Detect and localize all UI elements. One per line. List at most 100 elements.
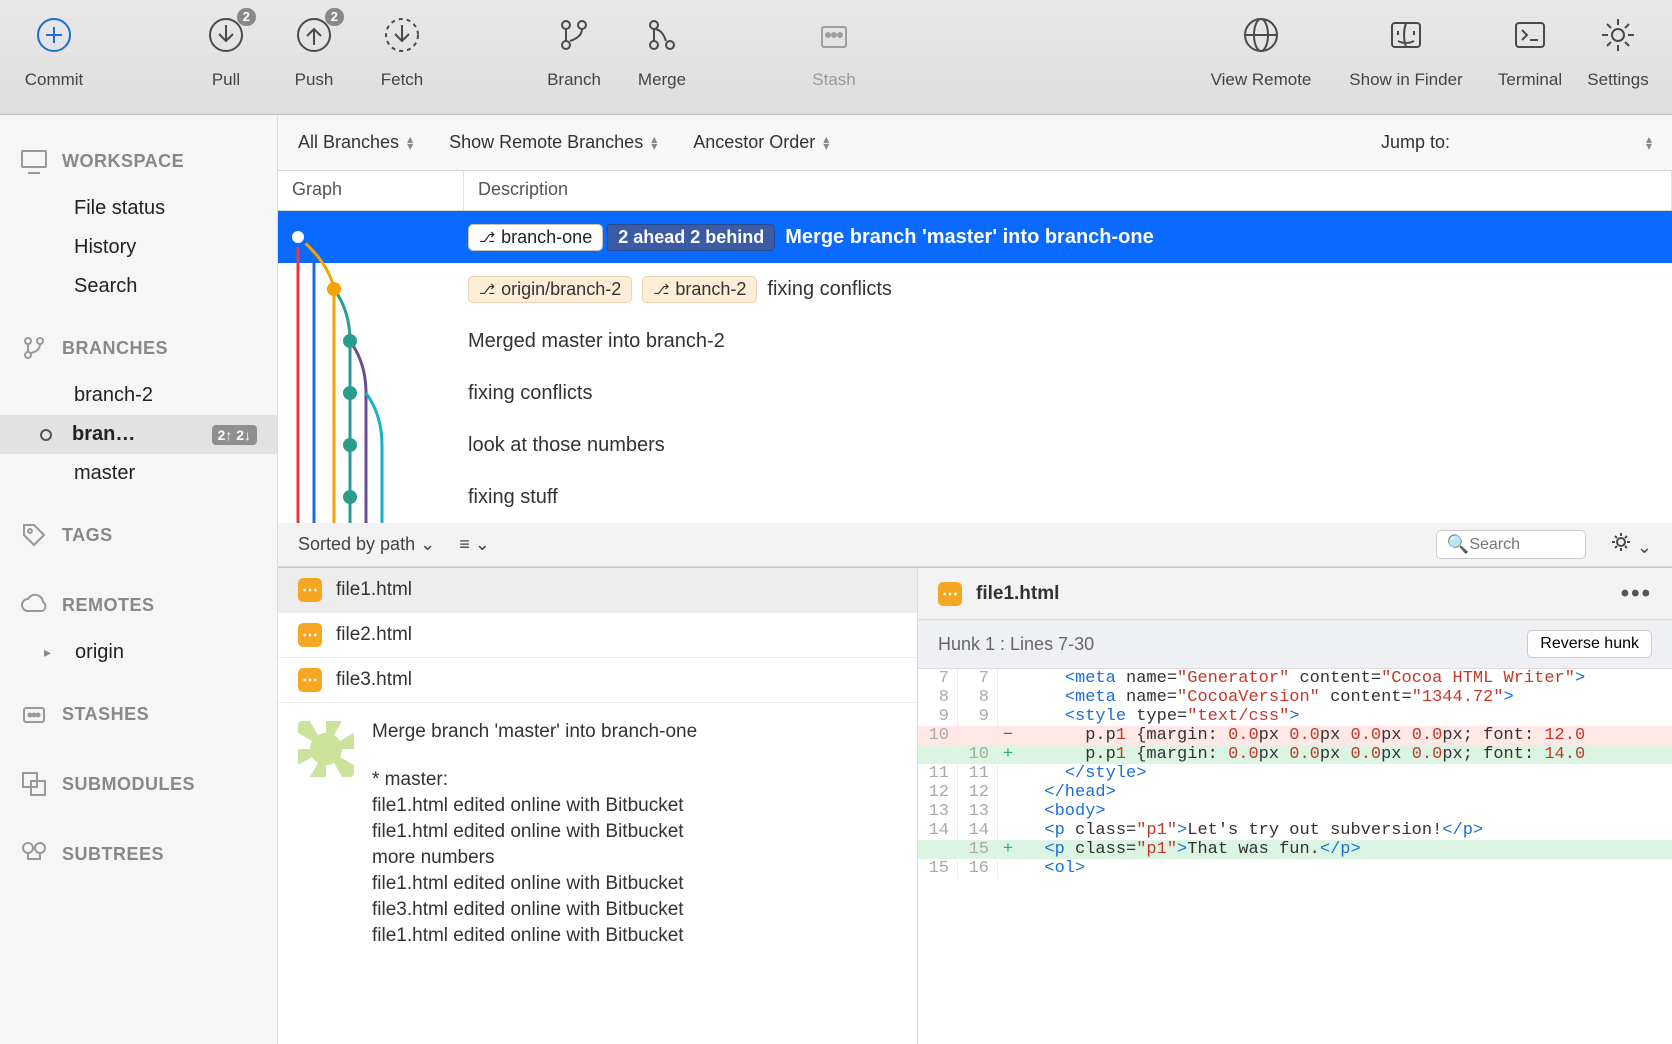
more-actions-button[interactable]: ••• [1621,580,1652,608]
file-row[interactable]: ⋯file3.html [278,658,917,703]
commit-row[interactable]: Merged master into branch-2 [278,315,1672,367]
pull-button[interactable]: 2 Pull [182,14,270,90]
sidebar-branch-item[interactable]: branch-2 [0,376,277,415]
diff-line[interactable]: 1212 </head> [918,783,1672,802]
show-finder-button[interactable]: Show in Finder [1326,14,1486,90]
filter-remote[interactable]: Show Remote Branches▴▾ [449,132,657,153]
view-mode-selector[interactable]: ≡ ⌄ [459,534,490,555]
commit-button[interactable]: Commit [10,14,98,90]
fetch-icon [381,14,423,56]
branch-ref-tag[interactable]: ⎇ branch-one [468,224,603,251]
commit-body-line: file1.html edited online with Bitbucket [372,873,697,895]
diff-sign [998,707,1018,726]
diff-line[interactable]: 88 <meta name="CocoaVersion" content="13… [918,688,1672,707]
old-line-no [918,745,958,764]
commit-row[interactable]: look at those numbers [278,419,1672,471]
file-modified-icon: ⋯ [298,668,322,692]
reverse-hunk-button[interactable]: Reverse hunk [1527,630,1652,658]
file-row[interactable]: ⋯file2.html [278,613,917,658]
file-name: file2.html [336,624,412,646]
filter-branches[interactable]: All Branches▴▾ [298,132,413,153]
diff-line[interactable]: 1313 <body> [918,802,1672,821]
diff-code: p.p1 {margin: 0.0px 0.0px 0.0px 0.0px; f… [1018,726,1672,745]
sidebar-file-status[interactable]: File status [0,189,277,228]
stash-button[interactable]: Stash [790,14,878,90]
terminal-button[interactable]: Terminal [1486,14,1574,90]
old-line-no: 11 [918,764,958,783]
diff-line[interactable]: 1516 <ol> [918,859,1672,878]
hunk-label: Hunk 1 : Lines 7-30 [938,634,1094,655]
push-button[interactable]: 2 Push [270,14,358,90]
submodules-title: SUBMODULES [62,774,195,795]
sort-selector[interactable]: Sorted by path ⌄ [298,534,435,555]
diff-line[interactable]: 15+ <p class="p1">That was fun.</p> [918,840,1672,859]
view-remote-button[interactable]: View Remote [1196,14,1326,90]
diff-line[interactable]: 1111 </style> [918,764,1672,783]
chevron-right-icon: ▸ [44,644,51,661]
th-description[interactable]: Description [464,171,1672,210]
workspace-header[interactable]: WORKSPACE [0,147,277,189]
ahead-behind-badge: 2↑ 2↓ [212,425,257,445]
merge-icon [641,14,683,56]
diff-sign: + [998,840,1018,859]
filter-order[interactable]: Ancestor Order▴▾ [693,132,829,153]
diff-code: </style> [1018,764,1672,783]
th-graph[interactable]: Graph [278,171,464,210]
submodules-header[interactable]: SUBMODULES [0,770,277,812]
branch-ref-tag[interactable]: ⎇ origin/branch-2 [468,276,632,303]
new-line-no: 13 [958,802,998,821]
sidebar-branch-item[interactable]: bran…2↑ 2↓ [0,415,277,454]
pull-label: Pull [212,70,240,90]
diff-line[interactable]: 1414 <p class="p1">Let's try out subvers… [918,821,1672,840]
diff-line[interactable]: 77 <meta name="Generator" content="Cocoa… [918,669,1672,688]
old-line-no: 9 [918,707,958,726]
diff-line[interactable]: 10+ p.p1 {margin: 0.0px 0.0px 0.0px 0.0p… [918,745,1672,764]
plus-circle-icon [33,14,75,56]
commit-list: ⎇ branch-one2 ahead 2 behind Merge branc… [278,211,1672,523]
filter-jump[interactable]: Jump to:▴▾ [1381,132,1652,153]
commit-row[interactable]: fixing conflicts [278,367,1672,419]
diff-search[interactable]: 🔍 [1436,530,1586,559]
diff-settings-button[interactable]: ⌄ [1610,531,1652,558]
commit-row[interactable]: ⎇ origin/branch-2⎇ branch-2 fixing confl… [278,263,1672,315]
diff-code: <p class="p1">Let's try out subversion!<… [1018,821,1672,840]
chevron-down-icon: ⌄ [475,534,490,554]
show-finder-label: Show in Finder [1349,70,1462,90]
commit-message: Merge branch 'master' into branch-one [785,226,1153,249]
settings-button[interactable]: Settings [1574,14,1662,90]
gear-icon [1610,531,1632,553]
diff-line[interactable]: 10− p.p1 {margin: 0.0px 0.0px 0.0px 0.0p… [918,726,1672,745]
diff-sign: − [998,726,1018,745]
sidebar-remote-origin[interactable]: ▸origin [0,633,277,672]
branch-icon [20,334,48,362]
old-line-no: 7 [918,669,958,688]
sidebar-search[interactable]: Search [0,267,277,306]
filter-jump-label: Jump to: [1381,132,1450,153]
diff-code: <meta name="Generator" content="Cocoa HT… [1018,669,1672,688]
subtrees-header[interactable]: SUBTREES [0,840,277,882]
diff-line[interactable]: 99 <style type="text/css"> [918,707,1672,726]
remotes-header[interactable]: REMOTES [0,591,277,633]
branch-ref-tag[interactable]: ⎇ branch-2 [642,276,757,303]
sidebar-branch-item[interactable]: master [0,454,277,493]
diff-toolbar: Sorted by path ⌄ ≡ ⌄ 🔍 ⌄ [278,523,1672,567]
sidebar-history[interactable]: History [0,228,277,267]
monitor-icon [20,147,48,175]
old-line-no: 13 [918,802,958,821]
old-line-no [918,840,958,859]
fetch-button[interactable]: Fetch [358,14,446,90]
branch-button[interactable]: Branch [530,14,618,90]
commit-row[interactable]: ⎇ branch-one2 ahead 2 behind Merge branc… [278,211,1672,263]
stashes-header[interactable]: STASHES [0,700,277,742]
file-row[interactable]: ⋯file1.html [278,568,917,613]
new-line-no: 15 [958,840,998,859]
tags-header[interactable]: TAGS [0,521,277,563]
push-badge: 2 [325,8,344,26]
diff-view[interactable]: 77 <meta name="Generator" content="Cocoa… [918,669,1672,1044]
commit-message: look at those numbers [468,434,665,457]
diff-code: </head> [1018,783,1672,802]
merge-button[interactable]: Merge [618,14,706,90]
commit-body-line: file1.html edited online with Bitbucket [372,821,697,843]
branches-header[interactable]: BRANCHES [0,334,277,376]
commit-row[interactable]: fixing stuff [278,471,1672,523]
